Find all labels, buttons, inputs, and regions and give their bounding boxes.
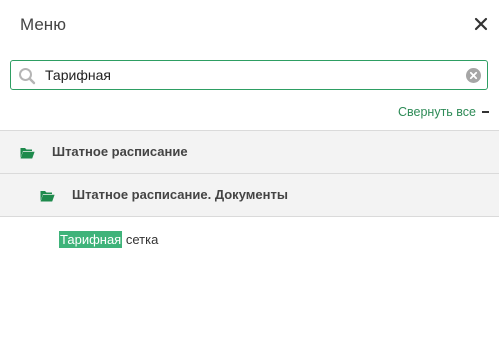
folder-open-icon [20, 146, 35, 159]
tree-item-staff-schedule-documents[interactable]: Штатное расписание. Документы [0, 173, 499, 217]
tree-item-label: Штатное расписание [52, 144, 188, 159]
menu-title: Меню [20, 15, 66, 34]
search-input[interactable] [45, 61, 455, 89]
minus-icon [482, 111, 489, 113]
leaf-label-rest: сетка [122, 232, 159, 247]
tree-leaf-tariff-grid[interactable]: Тарифная сетка [59, 231, 158, 249]
search-icon [18, 67, 36, 85]
tree-item-staff-schedule[interactable]: Штатное расписание [0, 130, 499, 173]
collapse-all-label: Свернуть все [398, 105, 476, 119]
menu-header: Меню [0, 0, 499, 50]
tree-item-label: Штатное расписание. Документы [72, 187, 288, 202]
search-box [10, 60, 488, 90]
menu-tree: Штатное расписание Штатное расписание. Д… [0, 130, 499, 217]
menu-panel: Меню Свернуть все [0, 0, 499, 343]
folder-open-icon [40, 189, 55, 202]
collapse-all-button[interactable]: Свернуть все [398, 104, 489, 120]
clear-circle-icon[interactable] [466, 68, 481, 83]
search-match-highlight: Тарифная [59, 231, 123, 248]
close-icon[interactable] [473, 16, 489, 32]
